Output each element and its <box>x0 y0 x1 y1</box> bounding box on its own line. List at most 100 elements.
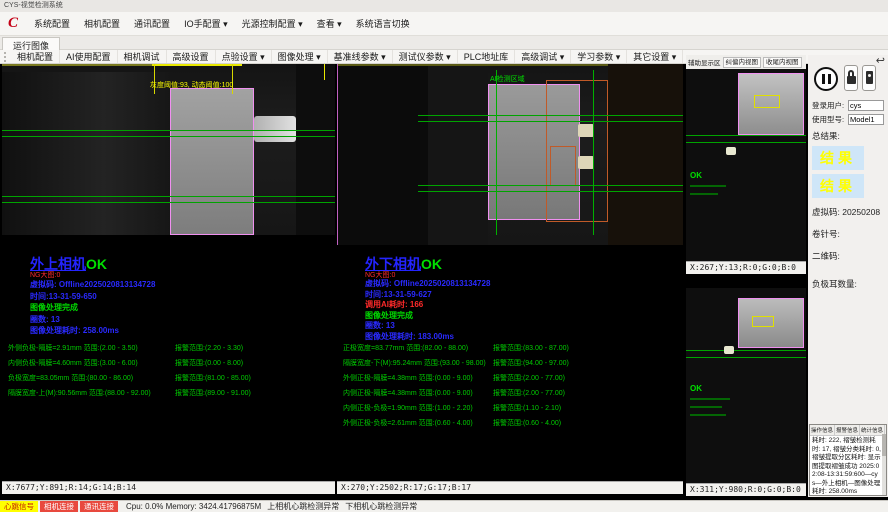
result-badge-2: 结果 <box>812 174 864 198</box>
bright-feature <box>724 346 734 354</box>
aux-tab-2[interactable]: 收尾内视图 <box>763 57 802 68</box>
center-turn-count: 圈数: 13 <box>365 321 490 332</box>
heartbeat-badge: 心跳信号 <box>0 501 38 512</box>
center-ai-time: 调用AI耗时: 166 <box>365 300 490 311</box>
aux2-status-text: OK <box>690 384 702 393</box>
highlight-box <box>752 316 774 327</box>
left-process-time: 图像处理耗时: 258.00ms <box>30 325 155 337</box>
center-camera-image[interactable]: AI检测区域 <box>337 64 683 245</box>
log-tab-operation[interactable]: 操作信息 <box>810 425 835 435</box>
menu-comm-config[interactable]: 通讯配置 <box>128 14 176 33</box>
log-scrollbar-thumb[interactable] <box>882 434 886 456</box>
log-text: 耗时: 222, 褶皱检测耗时: 17, 褶皱分类耗时: 0, 褶皱提取分区耗时… <box>810 436 886 498</box>
tool-plc-address[interactable]: PLC地址库 <box>458 50 516 63</box>
lower-camera-heartbeat-text: 下相机心跳检测异常 <box>345 501 417 512</box>
log-scrollbar[interactable] <box>882 434 886 495</box>
left-camera-image[interactable]: 灰度阈值:93, 动态阈值:100 <box>2 64 335 235</box>
threshold-annotation: 灰度阈值:93, 动态阈值:100 <box>150 80 233 90</box>
left-camera-info-lines: 虚拟码: Offline2025020813134728 时间:13-31-59… <box>30 279 155 337</box>
measurement-alarm: 报警范围:(2.00 - 77.00) <box>493 386 565 401</box>
tool-camera-debug[interactable]: 相机调试 <box>118 50 167 63</box>
model-input[interactable] <box>848 114 884 125</box>
measurement-alarm: 报警范围:(83.00 - 87.00) <box>493 341 569 356</box>
tool-ai-config[interactable]: AI使用配置 <box>60 50 118 63</box>
measurement-alarm: 报警范围:(1.10 - 2.10) <box>493 401 561 416</box>
measurement-alarm: 报警范围:(0.00 - 8.00) <box>175 356 243 371</box>
center-camera-status: OK <box>421 256 442 272</box>
status-bar: 心跳信号 相机连接 通讯连接 Cpu: 0.0% Memory: 3424.41… <box>0 500 888 512</box>
tool-image-processing[interactable]: 图像处理 ▾ <box>272 50 328 63</box>
baseline-line <box>418 185 683 186</box>
aux-tab-1[interactable]: 纠偏内视图 <box>723 57 762 68</box>
menu-system-config[interactable]: 系统配置 <box>28 14 76 33</box>
model-row: 使用型号: <box>812 114 884 125</box>
qrcode-label: 二维码: <box>812 250 884 262</box>
left-camera-status: OK <box>86 256 107 272</box>
device-icon <box>866 71 873 84</box>
baseline-line <box>686 350 806 351</box>
app-window: CYS-视觉检测系统 C 系统配置 相机配置 通讯配置 IO手配置 ▾ 光源控制… <box>0 0 888 522</box>
tool-tester-params[interactable]: 测试仪参数 ▾ <box>393 50 458 63</box>
tab-run-image[interactable]: 运行图像 <box>2 37 60 51</box>
measurement-value: 内侧正极-隔膜=4.38mm 范围:(0.00 - 9.00) <box>343 386 493 401</box>
login-user-input[interactable] <box>848 100 884 111</box>
aux-text-mark <box>690 414 726 416</box>
menu-light-config[interactable]: 光源控制配置 ▾ <box>236 14 309 33</box>
measurement-value: 隔膜宽度-下(M):95.24mm 范围:(93.00 - 98.00) <box>343 356 493 371</box>
lock-icon-button[interactable] <box>844 65 858 91</box>
aux-text-mark <box>690 398 730 400</box>
center-measurement-list: 正极宽度=83.77mm 范围:(82.00 - 88.00)报警范围:(83.… <box>343 341 683 431</box>
menu-io-config[interactable]: IO手配置 ▾ <box>178 14 234 33</box>
bright-feature <box>578 124 594 137</box>
menu-camera-config[interactable]: 相机配置 <box>78 14 126 33</box>
aux-text-mark <box>690 185 726 187</box>
aux-camera-image-1[interactable]: OK <box>686 69 806 261</box>
tool-advanced-settings[interactable]: 高级设置 <box>167 50 216 63</box>
machine-right <box>608 64 683 245</box>
aux1-status-text: OK <box>690 171 702 180</box>
baseline-line <box>2 202 335 203</box>
panel-button-row <box>812 57 884 97</box>
machine-body <box>338 64 428 245</box>
center-camera-info-lines: 虚拟码: Offline2025020813134728 时间:13-31-59… <box>365 279 490 342</box>
aux-text-mark <box>690 193 718 195</box>
window-title: CYS-视觉检测系统 <box>4 2 63 9</box>
login-user-row: 登录用户: <box>812 100 884 111</box>
window-titlebar[interactable]: CYS-视觉检测系统 <box>0 0 888 12</box>
marker-line <box>593 70 594 235</box>
measurement-alarm: 报警范围:(2.00 - 77.00) <box>493 371 565 386</box>
bright-feature <box>578 156 594 169</box>
tool-learning-params[interactable]: 学习参数 ▾ <box>571 50 627 63</box>
highlight-box <box>754 95 780 108</box>
measurement-alarm: 报警范围:(94.00 - 97.00) <box>493 356 569 371</box>
aux-camera-image-2[interactable]: OK <box>686 288 806 483</box>
baseline-line <box>2 196 335 197</box>
tool-icon-button[interactable] <box>862 65 876 91</box>
measurement-value: 正极宽度=83.77mm 范围:(82.00 - 88.00) <box>343 341 493 356</box>
left-camera-coordinates: X:7677;Y:891;R:14;G:14;B:14 <box>2 481 335 494</box>
menu-bar: C 系统配置 相机配置 通讯配置 IO手配置 ▾ 光源控制配置 ▾ 查看 ▾ 系… <box>0 12 888 36</box>
center-virtual-code: 虚拟码: Offline2025020813134728 <box>365 279 490 290</box>
ai-region-label: AI检测区域 <box>490 74 525 84</box>
left-time: 时间:13-31-59-650 <box>30 291 155 303</box>
left-turn-count: 圈数: 13 <box>30 314 155 326</box>
app-logo-icon: C <box>0 15 26 32</box>
tab-metal-part <box>254 116 296 142</box>
pause-button[interactable] <box>814 67 838 91</box>
roi-cell-block <box>170 88 254 235</box>
tool-other-settings[interactable]: 其它设置 ▾ <box>627 50 683 63</box>
tool-camera-config[interactable]: 相机配置 <box>11 50 60 63</box>
menu-language-switch[interactable]: 系统语言切换 <box>350 14 416 33</box>
left-virtual-code: 虚拟码: Offline2025020813134728 <box>30 279 155 291</box>
menu-view[interactable]: 查看 ▾ <box>311 14 348 33</box>
marker-line <box>496 70 497 235</box>
log-tab-alarm[interactable]: 报警信息 <box>835 425 860 435</box>
baseline-line <box>418 115 683 116</box>
tool-baseline-params[interactable]: 基准线参数 ▾ <box>328 50 393 63</box>
measurement-alarm: 报警范围:(81.00 - 85.00) <box>175 371 251 386</box>
toolbar-grip[interactable] <box>4 52 7 62</box>
tool-advanced-debug[interactable]: 高级调试 ▾ <box>515 50 571 63</box>
login-user-label: 登录用户: <box>812 100 848 111</box>
tool-check-settings[interactable]: 点验设置 ▾ <box>216 50 272 63</box>
measurement-value: 内侧正极-负极=1.90mm 范围:(1.00 - 2.20) <box>343 401 493 416</box>
